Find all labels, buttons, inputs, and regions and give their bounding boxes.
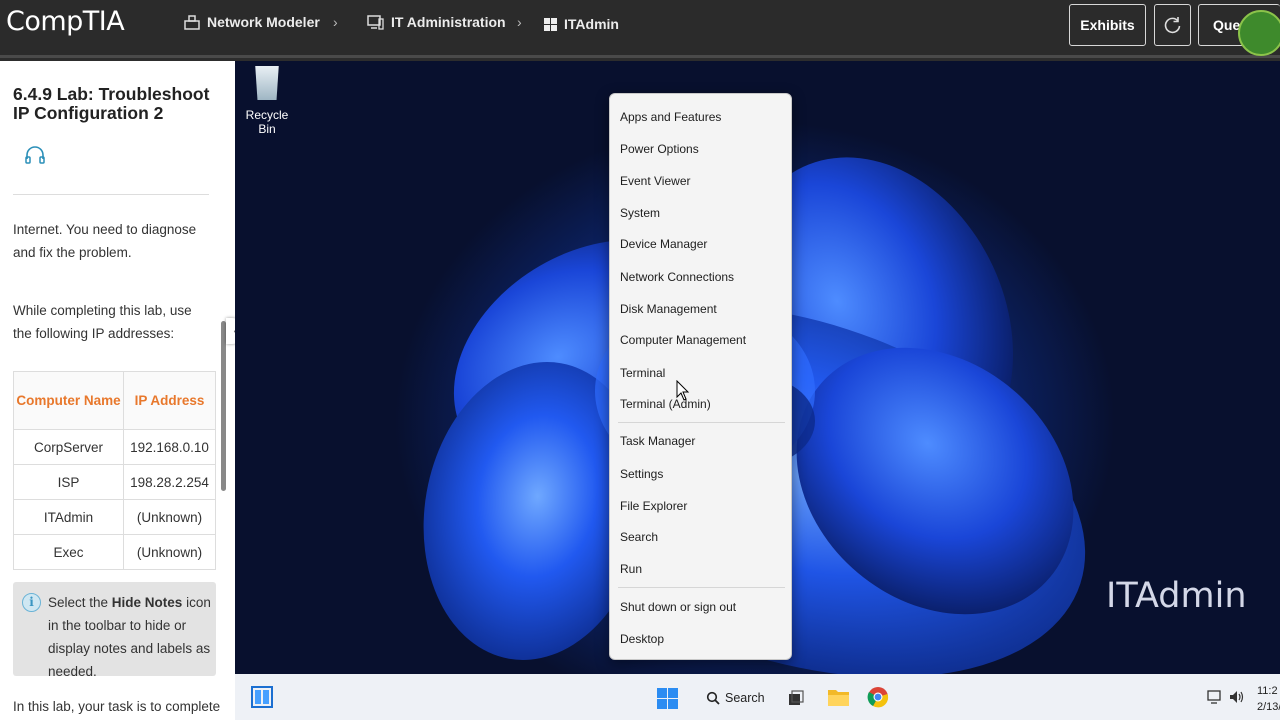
lab-title: 6.4.9 Lab: Troubleshoot IP Configuration… <box>13 84 210 123</box>
recycle-bin-shortcut[interactable]: Recycle Bin <box>240 66 294 136</box>
menu-item-task-manager[interactable]: Task Manager <box>620 434 695 448</box>
windows-start-icon <box>657 688 678 709</box>
menu-item-device-manager[interactable]: Device Manager <box>620 237 707 251</box>
tip-text-bold: Hide Notes <box>111 595 183 610</box>
quick-link-menu: Apps and Features Power Options Event Vi… <box>609 93 792 660</box>
computer-name-cell: ISP <box>13 464 124 500</box>
ip-address-cell: (Unknown) <box>123 499 216 535</box>
divider <box>13 194 209 195</box>
breadcrumb-network-modeler[interactable]: Network Modeler <box>184 14 320 30</box>
column-header: IP Address <box>123 371 216 430</box>
table-row: ISP 198.28.2.254 <box>13 464 216 500</box>
breadcrumb-separator: › <box>517 14 522 30</box>
menu-item-event-viewer[interactable]: Event Viewer <box>620 174 690 188</box>
lab-intro-text: Internet. You need to diagnose and fix t… <box>13 222 197 260</box>
speaker-icon <box>1230 691 1244 703</box>
start-button[interactable] <box>657 688 678 714</box>
menu-item-run[interactable]: Run <box>620 562 642 576</box>
menu-item-computer-management[interactable]: Computer Management <box>620 333 746 347</box>
menu-item-file-explorer[interactable]: File Explorer <box>620 499 687 513</box>
widgets-button[interactable] <box>251 686 273 713</box>
chrome-icon <box>867 687 889 708</box>
menu-item-settings[interactable]: Settings <box>620 467 663 481</box>
comptia-logo: CompTIA <box>6 6 125 37</box>
lab-instructions-panel: 6.4.9 Lab: Troubleshoot IP Configuration… <box>0 61 235 720</box>
search-icon <box>706 691 720 705</box>
table-header-row: Computer Name IP Address <box>13 371 216 430</box>
menu-item-disk-management[interactable]: Disk Management <box>620 302 717 316</box>
menu-item-network-connections[interactable]: Network Connections <box>620 270 734 284</box>
widgets-icon <box>251 686 273 708</box>
computer-name-cell: CorpServer <box>13 429 124 465</box>
table-row: ITAdmin (Unknown) <box>13 499 216 535</box>
breadcrumb-separator: › <box>333 14 338 30</box>
reset-button[interactable] <box>1154 4 1191 46</box>
file-explorer-button[interactable] <box>827 687 850 712</box>
windows-icon <box>544 17 557 31</box>
recycle-bin-label: Recycle Bin <box>245 108 289 136</box>
menu-separator <box>618 587 785 588</box>
lab-task-text: In this lab, your task is to complete <box>13 699 221 714</box>
menu-item-search[interactable]: Search <box>620 530 658 544</box>
search-label: Search <box>725 690 765 705</box>
breadcrumb-label: IT Administration <box>391 14 506 30</box>
menu-item-power-options[interactable]: Power Options <box>620 142 699 156</box>
table-row: Exec (Unknown) <box>13 534 216 570</box>
taskbar: Search 11:2 2/13/ <box>235 674 1280 720</box>
table-row: CorpServer 192.168.0.10 <box>13 429 216 465</box>
network-modeler-icon <box>184 14 200 30</box>
mouse-cursor-icon <box>676 380 690 401</box>
ip-address-cell: (Unknown) <box>123 534 216 570</box>
exhibits-button[interactable]: Exhibits <box>1069 4 1146 46</box>
breadcrumb-label: Network Modeler <box>207 14 320 30</box>
computer-name-label: ITAdmin <box>1106 576 1247 616</box>
folder-icon <box>828 690 849 706</box>
computer-icon <box>367 14 384 30</box>
breadcrumb-itadmin[interactable]: ITAdmin <box>544 16 619 32</box>
network-monitor-icon <box>1207 690 1221 704</box>
tip-text: Select the Hide Notes icon in the toolba… <box>48 591 214 683</box>
menu-item-terminal[interactable]: Terminal <box>620 366 665 380</box>
hide-notes-tip: i Select the Hide Notes icon in the tool… <box>13 582 216 679</box>
menu-item-apps-and-features[interactable]: Apps and Features <box>620 110 721 124</box>
task-view-icon <box>789 690 804 705</box>
volume-tray-button[interactable] <box>1229 689 1245 710</box>
ip-intro-text: While completing this lab, use the follo… <box>13 303 192 341</box>
headphones-icon <box>25 146 45 164</box>
menu-separator <box>618 422 785 423</box>
taskbar-search[interactable]: Search <box>706 685 766 710</box>
tip-text-part: Select the <box>48 595 112 610</box>
top-bar: CompTIA Network Modeler › IT Administrat… <box>0 0 1280 58</box>
network-tray-button[interactable] <box>1207 689 1223 710</box>
menu-item-system[interactable]: System <box>620 206 660 220</box>
info-icon: i <box>22 593 41 612</box>
menu-item-desktop[interactable]: Desktop <box>620 632 664 646</box>
computer-name-cell: Exec <box>13 534 124 570</box>
computer-name-cell: ITAdmin <box>13 499 124 535</box>
ip-address-cell: 198.28.2.254 <box>123 464 216 500</box>
menu-item-terminal-admin[interactable]: Terminal (Admin) <box>620 397 711 411</box>
taskbar-clock[interactable]: 11:2 2/13/ <box>1257 683 1280 715</box>
recycle-bin-icon <box>255 66 279 100</box>
ip-address-table: Computer Name IP Address CorpServer 192.… <box>13 371 216 570</box>
ip-address-cell: 192.168.0.10 <box>123 429 216 465</box>
refresh-icon <box>1164 17 1180 34</box>
column-header: Computer Name <box>13 371 124 430</box>
audio-button[interactable] <box>24 145 46 170</box>
breadcrumb-it-administration[interactable]: IT Administration <box>367 14 506 30</box>
panel-scrollbar[interactable] <box>221 321 226 491</box>
chrome-button[interactable] <box>867 686 889 713</box>
breadcrumb-label: ITAdmin <box>564 16 619 32</box>
clock-time: 11:2 <box>1257 685 1278 697</box>
menu-item-shut-down[interactable]: Shut down or sign out <box>620 600 736 614</box>
clock-date: 2/13/ <box>1257 701 1280 713</box>
task-view-button[interactable] <box>788 690 804 711</box>
channel-badge-icon <box>1238 10 1280 56</box>
